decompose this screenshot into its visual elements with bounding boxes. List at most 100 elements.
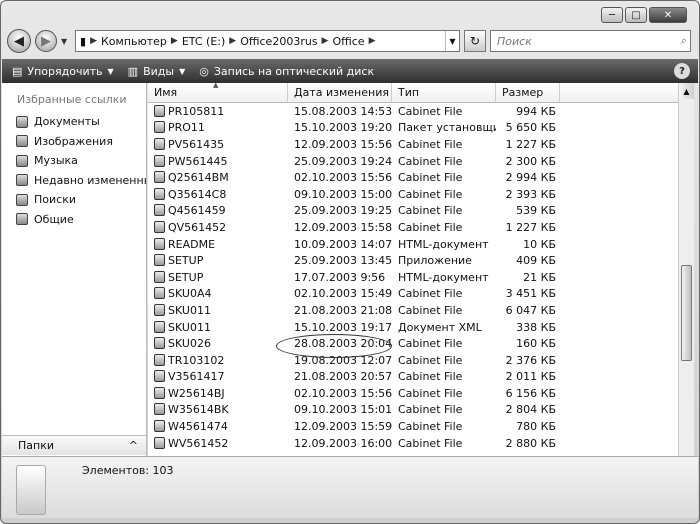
file-name: Q4561459 bbox=[168, 204, 226, 218]
file-row[interactable]: README 10.09.2003 14:07 HTML-документ 10 КБ bbox=[148, 236, 678, 253]
file-row[interactable]: SETUP 25.09.2003 13:45 Приложение 409 КБ bbox=[148, 252, 678, 269]
breadcrumb-office[interactable]: Office bbox=[332, 35, 364, 48]
favorite-documents[interactable]: Документы bbox=[2, 112, 146, 132]
views-button[interactable]: ▥ Виды ▼ bbox=[128, 65, 186, 78]
file-row[interactable]: Q4561459 25.09.2003 19:25 Cabinet File 539 … bbox=[148, 203, 678, 220]
file-row[interactable]: V3561417 21.08.2003 20:57 Cabinet File 2 01… bbox=[148, 369, 678, 386]
chevron-right-icon[interactable]: ▶ bbox=[322, 36, 329, 46]
chevron-right-icon[interactable]: ▶ bbox=[90, 36, 97, 46]
file-row[interactable]: Q35614C8 09.10.2003 15:00 Cabinet File 2 39… bbox=[148, 186, 678, 203]
breadcrumb-computer[interactable]: Компьютер bbox=[101, 35, 167, 48]
recent-pages-dropdown[interactable]: ▼ bbox=[61, 37, 71, 46]
file-icon bbox=[154, 370, 165, 383]
file-icon bbox=[154, 254, 165, 267]
file-row[interactable]: W35614BK 09.10.2003 15:01 Cabinet File 2 80… bbox=[148, 402, 678, 419]
file-type: Cabinet File bbox=[398, 220, 463, 234]
file-date: 12.09.2003 15:59 bbox=[294, 420, 392, 434]
file-row[interactable]: TR103102 19.08.2003 12:07 Cabinet File 2 37… bbox=[148, 352, 678, 369]
scroll-up-button[interactable]: ▲ bbox=[679, 83, 694, 99]
organize-icon: ▤ bbox=[12, 64, 23, 78]
file-row[interactable]: WV561452 12.09.2003 16:00 Cabinet File 2 88… bbox=[148, 435, 678, 452]
file-size: 10 КБ bbox=[523, 237, 556, 251]
favorite-music[interactable]: Музыка bbox=[2, 151, 146, 171]
file-name-cell: PR105811 bbox=[148, 104, 288, 118]
column-size[interactable]: Размер bbox=[496, 83, 560, 102]
favorite-label: Недавно измененные bbox=[34, 173, 146, 187]
file-date: 19.08.2003 12:07 bbox=[294, 353, 392, 367]
file-size: 2 300 КБ bbox=[505, 154, 556, 168]
maximize-button[interactable]: □ bbox=[625, 7, 647, 23]
file-icon bbox=[154, 320, 165, 333]
file-name: PV561435 bbox=[168, 137, 225, 151]
back-button[interactable]: ◀ bbox=[7, 29, 31, 53]
scroll-thumb[interactable] bbox=[681, 265, 692, 361]
file-row[interactable]: PV561435 12.09.2003 15:56 Cabinet File 1 22… bbox=[148, 136, 678, 153]
vertical-scrollbar[interactable]: ▲ bbox=[678, 83, 694, 456]
help-icon[interactable]: ? bbox=[674, 63, 690, 79]
column-date[interactable]: Дата изменения bbox=[288, 83, 392, 102]
favorite-recently-changed[interactable]: Недавно измененные bbox=[2, 171, 146, 191]
file-name: QV561452 bbox=[168, 220, 227, 234]
file-icon bbox=[154, 104, 165, 117]
search-input[interactable]: Поиск ⌕ bbox=[490, 30, 691, 52]
column-type[interactable]: Тип bbox=[392, 83, 496, 102]
chevron-right-icon[interactable]: ▶ bbox=[369, 36, 376, 46]
file-icon bbox=[154, 353, 165, 366]
file-type: Cabinet File bbox=[398, 154, 463, 168]
file-date: 10.09.2003 14:07 bbox=[294, 237, 392, 251]
file-name: PR105811 bbox=[168, 104, 225, 118]
favorite-public[interactable]: Общие bbox=[2, 210, 146, 230]
documents-icon bbox=[16, 115, 28, 128]
file-date: 15.10.2003 19:17 bbox=[294, 320, 392, 334]
forward-arrow-icon: ▶ bbox=[41, 33, 51, 49]
refresh-button[interactable]: ↻ bbox=[464, 30, 486, 52]
file-type: Cabinet File bbox=[398, 104, 463, 118]
favorite-pictures[interactable]: Изображения bbox=[2, 132, 146, 152]
file-name-cell: TR103102 bbox=[148, 353, 288, 367]
file-size: 1 227 КБ bbox=[505, 220, 556, 234]
file-name-cell: QV561452 bbox=[148, 220, 288, 234]
file-row[interactable]: PR105811 15.08.2003 14:53 Cabinet File 994 … bbox=[148, 103, 678, 120]
file-size: 2 994 КБ bbox=[505, 171, 556, 185]
file-row[interactable]: SKU011 15.10.2003 19:17 Документ XML 338 КБ bbox=[148, 319, 678, 336]
file-name: README bbox=[168, 237, 216, 251]
minimize-button[interactable]: ─ bbox=[601, 7, 623, 23]
chevron-right-icon[interactable]: ▶ bbox=[229, 36, 236, 46]
organize-button[interactable]: ▤ Упорядочить ▼ bbox=[12, 65, 114, 78]
favorite-searches[interactable]: Поиски bbox=[2, 190, 146, 210]
file-size: 6 156 КБ bbox=[505, 386, 556, 400]
file-name: SETUP bbox=[168, 254, 204, 268]
folders-toggle[interactable]: Папки ^ bbox=[2, 435, 147, 455]
file-row[interactable]: QV561452 12.09.2003 15:58 Cabinet File 1 22… bbox=[148, 219, 678, 236]
file-row[interactable]: SETUP 17.07.2003 9:56 HTML-документ 21 КБ bbox=[148, 269, 678, 286]
breadcrumb-drive[interactable]: ETC (E:) bbox=[182, 35, 225, 48]
file-date: 21.08.2003 20:57 bbox=[294, 370, 392, 384]
file-type: Cabinet File bbox=[398, 287, 463, 301]
favorite-label: Общие bbox=[34, 212, 74, 226]
file-size: 2 376 КБ bbox=[505, 353, 556, 367]
file-name: SKU026 bbox=[168, 337, 211, 351]
file-row[interactable]: SKU011 21.08.2003 21:08 Cabinet File 6 047 … bbox=[148, 302, 678, 319]
close-button[interactable]: ✕ bbox=[649, 7, 687, 23]
file-row[interactable]: PW561445 25.09.2003 19:24 Cabinet File 2 30… bbox=[148, 153, 678, 170]
breadcrumb-office2003rus[interactable]: Office2003rus bbox=[240, 35, 317, 48]
disc-icon: ◎ bbox=[199, 64, 209, 78]
file-row[interactable]: W4561474 12.09.2003 15:59 Cabinet File 780 … bbox=[148, 418, 678, 435]
address-dropdown[interactable]: ▼ bbox=[445, 31, 459, 51]
file-row[interactable]: W25614BJ 02.10.2003 15:56 Cabinet File 6 15… bbox=[148, 385, 678, 402]
forward-button[interactable]: ▶ bbox=[35, 30, 57, 52]
favorite-label: Изображения bbox=[34, 134, 113, 148]
burn-disc-button[interactable]: ◎ Запись на оптический диск bbox=[199, 65, 374, 78]
folders-label: Папки bbox=[18, 439, 54, 452]
file-row[interactable]: PRO11 15.10.2003 19:20 Пакет установщи... 5… bbox=[148, 120, 678, 137]
file-name-cell: SKU011 bbox=[148, 303, 288, 317]
pictures-icon bbox=[16, 135, 28, 148]
file-row[interactable]: SKU0A4 02.10.2003 15:49 Cabinet File 3 451 … bbox=[148, 286, 678, 303]
chevron-right-icon[interactable]: ▶ bbox=[171, 36, 178, 46]
file-name-cell: W35614BK bbox=[148, 403, 288, 416]
address-bar[interactable]: ▮ ▶ Компьютер ▶ ETC (E:) ▶ Office2003rus… bbox=[75, 30, 460, 52]
command-bar: ▤ Упорядочить ▼ ▥ Виды ▼ ◎ Запись на опт… bbox=[2, 59, 698, 83]
file-row[interactable]: Q25614BM 02.10.2003 15:56 Cabinet File 2 99… bbox=[148, 169, 678, 186]
file-icon bbox=[154, 121, 165, 134]
file-row[interactable]: SKU026 28.08.2003 20:04 Cabinet File 160 КБ bbox=[148, 335, 678, 352]
